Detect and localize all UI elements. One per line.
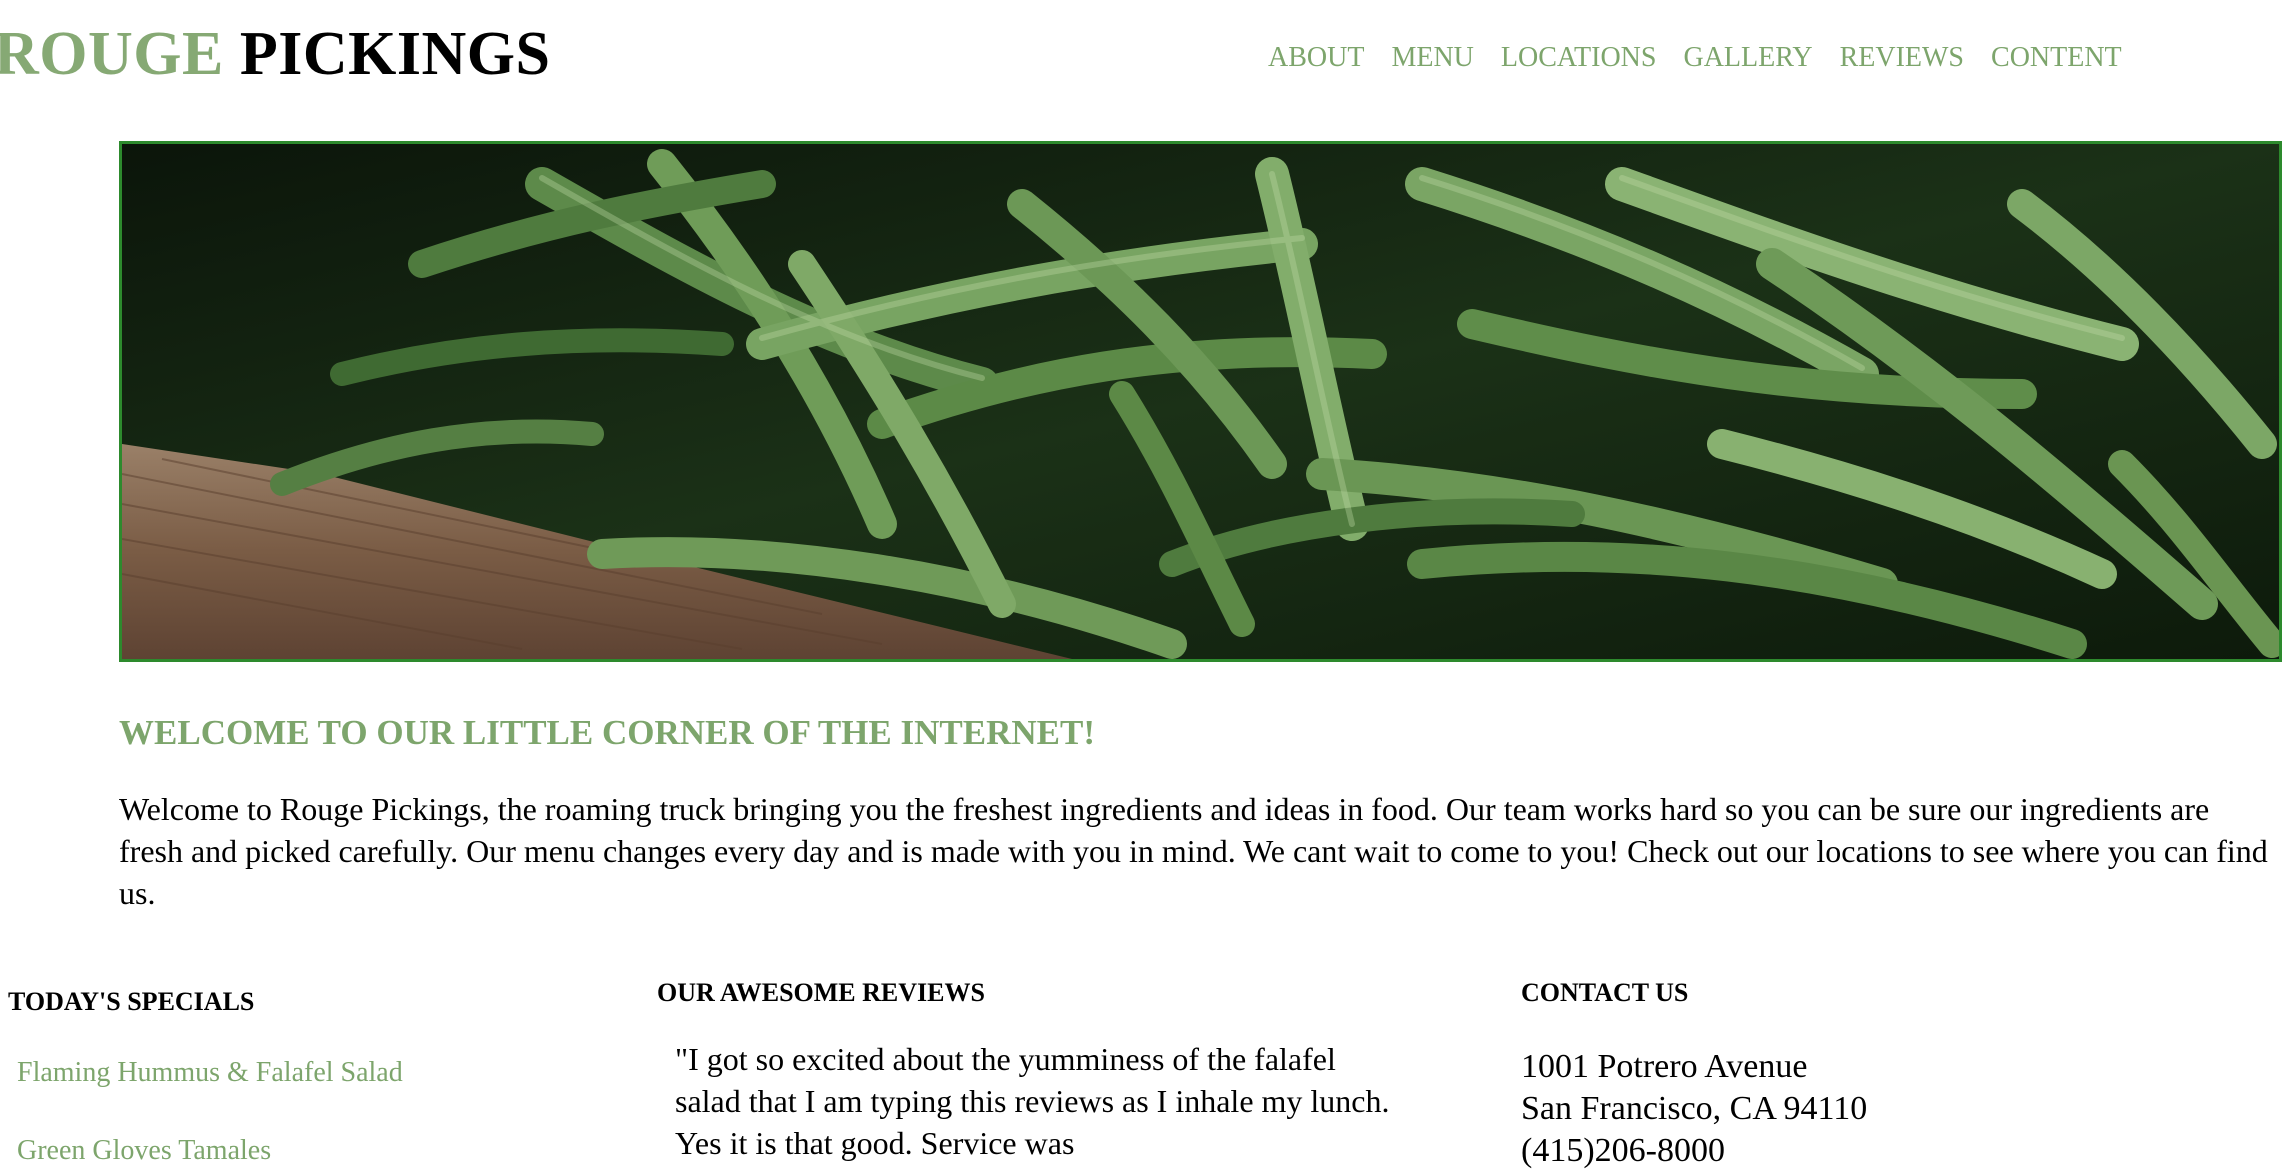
nav-reviews[interactable]: REVIEWS bbox=[1840, 40, 1964, 76]
main-nav: ABOUT MENU LOCATIONS GALLERY REVIEWS CON… bbox=[1268, 40, 2122, 76]
green-beans-photo bbox=[122, 144, 2279, 659]
welcome-heading: WELCOME TO OUR LITTLE CORNER OF THE INTE… bbox=[119, 713, 1095, 752]
nav-about[interactable]: ABOUT bbox=[1268, 40, 1364, 76]
contact-address-block: 1001 Potrero Avenue San Francisco, CA 94… bbox=[1521, 1046, 1867, 1172]
contact-city: San Francisco, CA 94110 bbox=[1521, 1090, 1868, 1127]
reviews-heading: OUR AWESOME REVIEWS bbox=[657, 978, 985, 1007]
special-item-green-gloves-tamales[interactable]: Green Gloves Tamales bbox=[17, 1134, 271, 1168]
hero-image bbox=[119, 141, 2282, 662]
contact-phone[interactable]: (415)206-8000 bbox=[1521, 1130, 1867, 1172]
brand-accent-word: ROUGE bbox=[0, 20, 224, 88]
review-quote: "I got so excited about the yumminess of… bbox=[675, 1041, 1390, 1161]
special-item-hummus-falafel-salad[interactable]: Flaming Hummus & Falafel Salad bbox=[17, 1056, 403, 1090]
contact-heading: CONTACT US bbox=[1521, 978, 1689, 1007]
nav-gallery[interactable]: GALLERY bbox=[1683, 40, 1812, 76]
site-header: ROUGE PICKINGS ABOUT MENU LOCATIONS GALL… bbox=[0, 0, 2290, 120]
contact-street: 1001 Potrero Avenue bbox=[1521, 1048, 1808, 1085]
nav-content[interactable]: CONTENT bbox=[1991, 40, 2122, 76]
specials-heading: TODAY'S SPECIALS bbox=[8, 987, 255, 1016]
brand-logo[interactable]: ROUGE PICKINGS bbox=[0, 18, 550, 90]
nav-locations[interactable]: LOCATIONS bbox=[1501, 40, 1657, 76]
nav-menu[interactable]: MENU bbox=[1391, 40, 1473, 76]
welcome-paragraph: Welcome to Rouge Pickings, the roaming t… bbox=[119, 791, 2268, 911]
brand-rest-word: PICKINGS bbox=[239, 20, 551, 88]
